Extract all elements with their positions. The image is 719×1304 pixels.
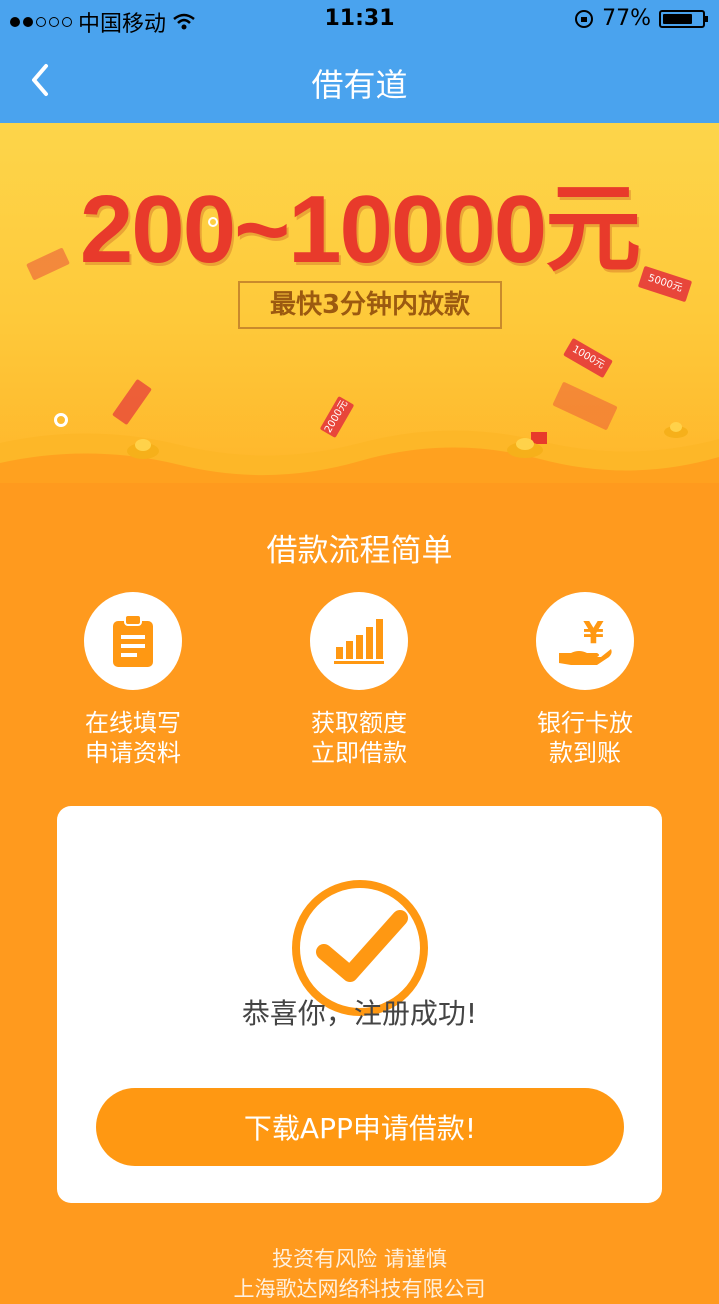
company-name: 上海歌达网络科技有限公司 xyxy=(233,1277,486,1301)
download-app-button[interactable]: 下载APP申请借款! xyxy=(96,1088,624,1166)
clipboard-icon xyxy=(113,614,153,667)
status-bar: 中国移动 11:31 77% xyxy=(0,0,719,40)
step-label: 在线填写 申请资料 xyxy=(85,709,181,767)
battery-percent: 77% xyxy=(602,6,651,31)
step-icon-circle: ¥ xyxy=(536,592,634,690)
process-title: 借款流程简单 xyxy=(266,533,453,569)
page-title: 借有道 xyxy=(311,66,408,104)
promo-banner: 200~10000元 最快3分钟内放款 5000元 1000元 2000元 xyxy=(0,123,719,483)
footer: 投资有风险 请谨慎 上海歌达网络科技有限公司 xyxy=(0,1244,719,1304)
gold-ingot-icon xyxy=(507,432,547,458)
step-icon-circle xyxy=(310,592,408,690)
step-label: 获取额度 立即借款 xyxy=(311,709,407,767)
process-step-apply: 在线填写 申请资料 xyxy=(33,592,233,768)
process-step-credit: 获取额度 立即借款 xyxy=(259,592,459,768)
decor-ring xyxy=(208,217,218,227)
loan-amount: 200~10000元 xyxy=(79,176,641,283)
process-step-payout: ¥ 银行卡放 款到账 xyxy=(485,592,685,768)
status-right: 77% xyxy=(574,6,708,31)
release-speed-tag: 最快3分钟内放款 xyxy=(238,281,502,329)
bar-chart-icon xyxy=(334,619,384,664)
svg-text:¥: ¥ xyxy=(583,616,604,651)
risk-warning: 投资有风险 请谨慎 xyxy=(272,1247,447,1271)
success-card: 恭喜你，注册成功! 下载APP申请借款! xyxy=(57,806,662,1203)
money-bill: 1000元 xyxy=(563,337,613,379)
banner-wave xyxy=(0,430,719,483)
yen-hand-icon: ¥ xyxy=(559,616,612,665)
gold-ingot-icon xyxy=(664,422,688,438)
nav-bar: 借有道 xyxy=(0,40,719,123)
step-icon-circle xyxy=(84,592,182,690)
battery-icon xyxy=(659,9,708,28)
success-message: 恭喜你，注册成功! xyxy=(241,997,478,1030)
gold-ingot-icon xyxy=(127,439,159,459)
orientation-lock-icon xyxy=(575,9,594,28)
step-label: 银行卡放 款到账 xyxy=(537,709,633,767)
